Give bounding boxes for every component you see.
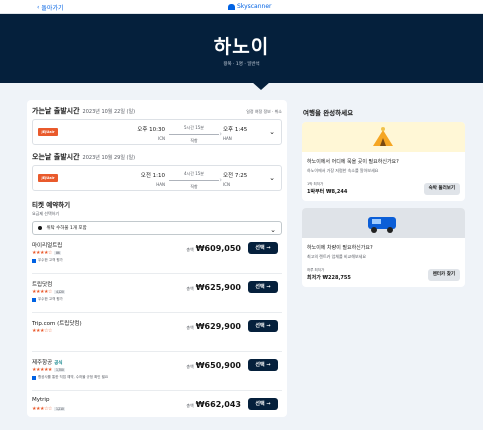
back-button[interactable]: ‹ 돌아가기 bbox=[37, 3, 64, 12]
skyscanner-icon bbox=[228, 3, 235, 10]
flight-route: 4시간 15분직항 bbox=[169, 171, 222, 190]
agent-row: 트립닷컴 ★★★★☆ 4,120 우수한 고객 평가 총액 ₩625,900 선택 … bbox=[32, 274, 282, 313]
agent-price: 총액 ₩629,900 bbox=[186, 322, 241, 331]
agent-rating: ★★★★☆ 86 bbox=[32, 250, 62, 256]
hero-banner: 하노이 왕복 · 1명 · 일반석 bbox=[0, 14, 483, 83]
agent-price: 총액 ₩625,900 bbox=[186, 283, 241, 292]
hotel-heading: 하노이에서 어디에 묵을 곳이 필요하신가요? bbox=[307, 159, 399, 165]
agent-name: Trip.com (트립닷컴) bbox=[32, 321, 82, 327]
agent-row: Trip.com (트립닷컴) ★★★☆☆ 총액 ₩629,900 선택 → bbox=[32, 313, 282, 352]
extras-title: 여행을 완성하세요 bbox=[303, 109, 354, 117]
inbound-title: 오는날 출발시간 2023년 10월 29일 (일) bbox=[32, 153, 136, 161]
agent-row: Mytrip ★★★☆☆ 1,210 총액 ₩662,043 선택 → bbox=[32, 391, 282, 430]
hero-notch bbox=[252, 82, 270, 90]
review-count: 4,120 bbox=[53, 289, 66, 294]
agent-name: 트립닷컴 bbox=[32, 282, 53, 288]
agent-name: Mytrip bbox=[32, 397, 50, 403]
trip-summary: 왕복 · 1명 · 일반석 bbox=[223, 62, 260, 67]
agent-price: 총액 ₩662,043 bbox=[186, 400, 241, 409]
chevron-left-icon: ‹ bbox=[37, 4, 40, 11]
brand-name: Skyscanner bbox=[237, 3, 272, 10]
car-illustration bbox=[302, 208, 465, 238]
hotel-illustration bbox=[302, 122, 465, 152]
flight-route: 5시간 15분직항 bbox=[169, 125, 222, 144]
airline-logo: JEJUair bbox=[38, 128, 58, 136]
agent-note: 항공사를 통한 직접 예약, 수하물 규정 확인 필요 bbox=[32, 375, 108, 380]
booking-title: 티켓 예약하기 bbox=[32, 201, 71, 209]
review-count: 86 bbox=[53, 250, 62, 255]
agent-rating: ★★★★★ 1,700 bbox=[32, 367, 66, 373]
chevron-down-icon[interactable]: ⌄ bbox=[269, 174, 275, 182]
fare-select[interactable]: 위탁 수하물 1개 포함 ⌄ bbox=[32, 221, 282, 235]
agent-price: 총액 ₩609,050 bbox=[186, 244, 241, 253]
top-bar: ‹ 돌아가기 Skyscanner bbox=[0, 0, 483, 14]
agent-name: 마이리얼트립 bbox=[32, 243, 63, 249]
trip-extras-panel: 여행을 완성하세요 하노이에서 어디에 묵을 곳이 필요하신가요? 하노이에서 … bbox=[302, 100, 465, 294]
outbound-flight-card[interactable]: JEJUair 오후 10:30ICN 5시간 15분직항 오후 1:45HAN… bbox=[32, 119, 282, 145]
review-count: 1,700 bbox=[53, 367, 66, 372]
car-icon bbox=[368, 217, 396, 233]
back-label: 돌아가기 bbox=[41, 5, 64, 12]
chevron-down-icon[interactable]: ⌄ bbox=[269, 128, 275, 136]
select-button[interactable]: 선택 → bbox=[248, 398, 278, 410]
agent-name: 제주항공 공식 bbox=[32, 360, 63, 366]
page-title: 하노이 bbox=[213, 36, 270, 58]
fare-select-value: 위탁 수하물 1개 포함 bbox=[46, 226, 87, 231]
departure-time: 오후 10:30 ICN bbox=[137, 127, 165, 141]
brand-logo[interactable]: Skyscanner bbox=[228, 3, 272, 10]
agent-rating: ★★★★☆ 4,120 bbox=[32, 289, 66, 295]
agent-note: 우수한 고객 평가 bbox=[32, 297, 63, 302]
agent-rating: ★★★☆☆ bbox=[32, 328, 52, 334]
inbound-date: 2023년 10월 29일 (일) bbox=[82, 155, 136, 161]
booking-subtitle: 요금제 선택하기 bbox=[32, 211, 60, 216]
inbound-flight-card[interactable]: JEJUair 오전 1:10HAN 4시간 15분직항 오전 7:25ICN … bbox=[32, 165, 282, 191]
bag-icon bbox=[38, 225, 42, 230]
agent-note: 우수한 고객 평가 bbox=[32, 258, 63, 263]
departure-time: 오전 1:10 HAN bbox=[140, 173, 165, 187]
review-count: 1,210 bbox=[53, 406, 66, 411]
check-icon bbox=[32, 297, 36, 302]
car-subtext: 최고의 렌트카 업체를 비교해보세요 bbox=[307, 254, 367, 259]
find-cars-button[interactable]: 렌터카 찾기 bbox=[427, 269, 460, 281]
outbound-date: 2023년 10월 22일 (일) bbox=[82, 109, 136, 115]
select-button[interactable]: 선택 → bbox=[248, 281, 278, 293]
itinerary-panel: 가는날 출발시간 2023년 10월 22일 (일) 일정 여정 정보 · 취소 … bbox=[27, 100, 287, 417]
hotel-card: 하노이에서 어디에 묵을 곳이 필요하신가요? 하노이에서 가장 저렴한 숙소를… bbox=[302, 122, 465, 201]
hotel-subtext: 하노이에서 가장 저렴한 숙소를 알아보세요 bbox=[307, 168, 379, 173]
agent-row: 제주항공 공식 ★★★★★ 1,700 항공사를 통한 직접 예약, 수하물 규정 … bbox=[32, 352, 282, 391]
agent-row: 마이리얼트립 ★★★★☆ 86 우수한 고객 평가 총액 ₩609,050 선택 → bbox=[32, 235, 282, 274]
agent-rating: ★★★☆☆ 1,210 bbox=[32, 406, 66, 412]
arrival-time: 오후 1:45 HAN bbox=[223, 127, 248, 141]
check-icon bbox=[32, 258, 36, 263]
car-card: 하노이에 차량이 필요하신가요? 최고의 렌트카 업체를 비교해보세요 하루 최… bbox=[302, 208, 465, 287]
select-button[interactable]: 선택 → bbox=[248, 242, 278, 254]
airline-logo: JEJUair bbox=[38, 174, 58, 182]
agent-price: 총액 ₩650,900 bbox=[186, 361, 241, 370]
car-heading: 하노이에 차량이 필요하신가요? bbox=[307, 245, 373, 251]
agent-list: 마이리얼트립 ★★★★☆ 86 우수한 고객 평가 총액 ₩609,050 선택 →… bbox=[32, 235, 282, 430]
outbound-title: 가는날 출발시간 2023년 10월 22일 (일) bbox=[32, 107, 136, 115]
arrival-time: 오전 7:25 ICN bbox=[223, 173, 248, 187]
select-button[interactable]: 선택 → bbox=[248, 359, 278, 371]
check-icon bbox=[32, 375, 36, 380]
itinerary-note[interactable]: 일정 여정 정보 · 취소 bbox=[246, 109, 282, 115]
tent-icon bbox=[373, 127, 393, 146]
explore-hotels-button[interactable]: 숙박 둘러보기 bbox=[423, 183, 460, 195]
official-tag: 공식 bbox=[54, 361, 63, 366]
select-button[interactable]: 선택 → bbox=[248, 320, 278, 332]
